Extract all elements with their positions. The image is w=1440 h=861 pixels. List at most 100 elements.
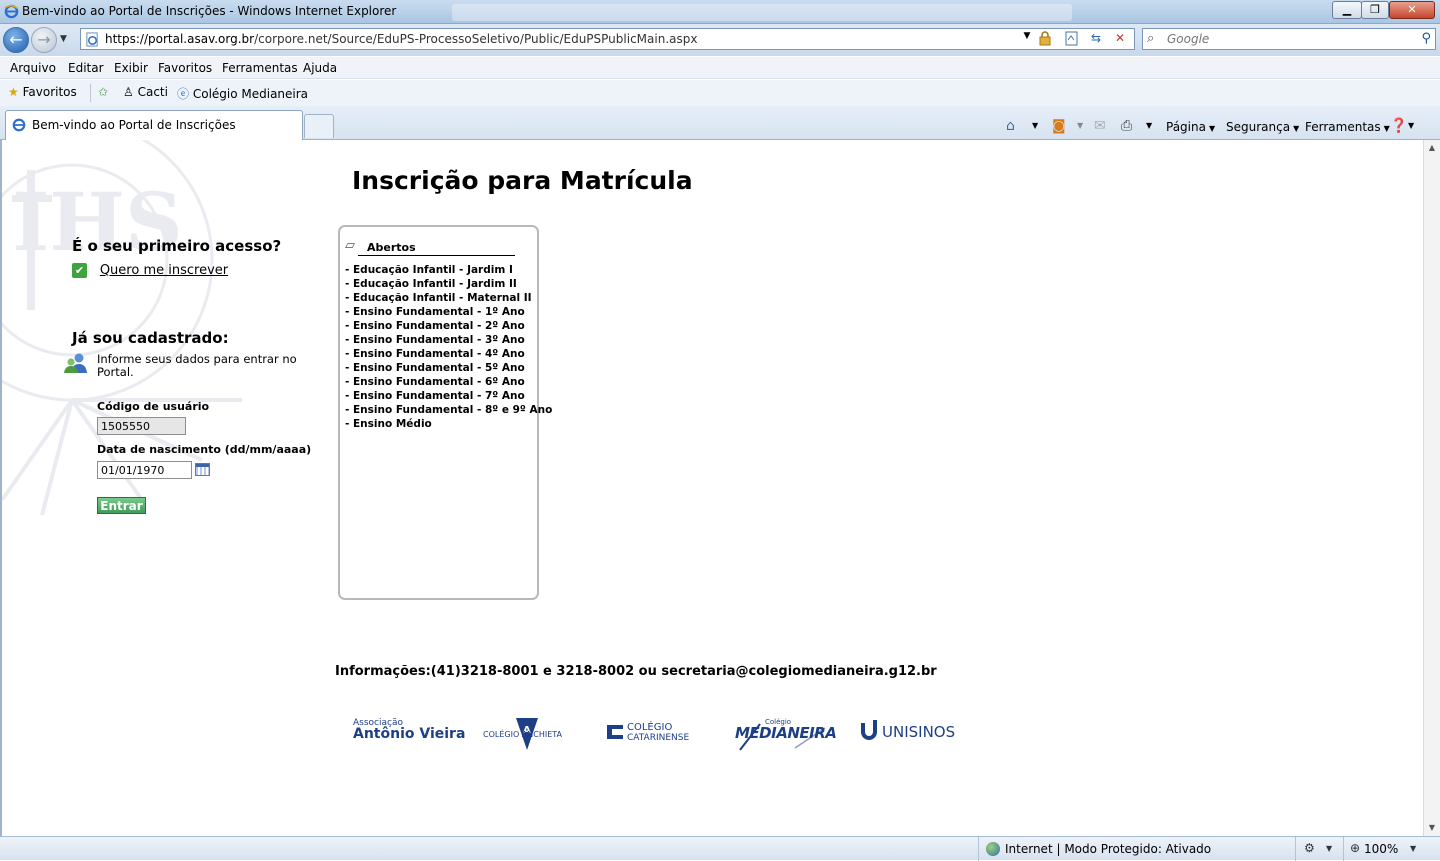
security-menu[interactable]: Segurança ▼ [1226, 120, 1299, 134]
course-item[interactable]: - Ensino Fundamental - 2º Ano [345, 319, 552, 333]
favorite-link-cacti[interactable]: ♙ Cacti [123, 85, 168, 99]
stop-icon[interactable]: ✕ [1111, 31, 1129, 47]
search-box[interactable]: ⌕ ⚲ [1142, 28, 1436, 50]
url-text[interactable]: https://portal.asav.org.br/corpore.net/S… [105, 32, 697, 46]
zoom-icon[interactable]: ⊕ [1350, 841, 1360, 855]
course-item[interactable]: - Educação Infantil - Jardim I [345, 263, 552, 277]
home-dropdown-icon[interactable]: ▼ [1032, 121, 1038, 130]
course-item[interactable]: - Ensino Fundamental - 4º Ano [345, 347, 552, 361]
feed-dropdown-icon[interactable]: ▼ [1077, 121, 1083, 130]
user-code-field[interactable] [97, 417, 186, 435]
course-item[interactable]: - Ensino Fundamental - 5º Ano [345, 361, 552, 375]
registered-heading: Já sou cadastrado: [72, 329, 229, 347]
pop-up-blocker-icon[interactable]: ⚙ [1304, 841, 1315, 855]
favorites-separator [90, 84, 91, 102]
minimize-button[interactable]: ▁ [1332, 1, 1362, 19]
page-icon [85, 32, 100, 50]
menu-ajuda[interactable]: Ajuda [303, 61, 337, 75]
maximize-button[interactable]: ❐ [1361, 1, 1389, 19]
enter-button[interactable]: Entrar [97, 497, 146, 514]
help-dropdown-icon[interactable]: ▼ [1408, 121, 1414, 130]
mail-icon[interactable]: ✉ [1094, 118, 1106, 134]
new-tab-button[interactable] [304, 114, 334, 138]
menu-favoritos[interactable]: Favoritos [158, 61, 212, 75]
address-toolbar: ← → ▼ https://portal.asav.org.br/corpore… [0, 24, 1440, 56]
tab-bar: Bem-vindo ao Portal de Inscrições ⌂ ▼ ◙ … [0, 106, 1440, 140]
favorites-button[interactable]: ★ Favoritos [8, 85, 77, 99]
open-courses-title: Abertos [358, 241, 515, 256]
tab-label: Bem-vindo ao Portal de Inscrições [32, 118, 236, 132]
favorites-label: Favoritos [22, 85, 77, 99]
favorite-link-medianeira[interactable]: ⓔ Colégio Medianeira [177, 85, 308, 102]
chevron-down-icon: ▼ [1208, 124, 1216, 133]
back-button[interactable]: ← [3, 27, 29, 53]
chevron-down-icon: ▼ [1383, 124, 1390, 133]
lock-icon[interactable] [1036, 31, 1054, 47]
window-title: Bem-vindo ao Portal de Inscrições - Wind… [22, 4, 397, 18]
chevron-down-icon[interactable]: ▼ [1326, 844, 1332, 853]
address-dropdown-icon[interactable]: ▼ [1018, 31, 1036, 47]
course-item[interactable]: - Educação Infantil - Maternal II [345, 291, 552, 305]
security-zone-text[interactable]: Internet | Modo Protegido: Ativado [1005, 842, 1211, 856]
favorite-link-label: Cacti [137, 85, 168, 99]
search-input[interactable] [1165, 31, 1395, 47]
ie-page-icon: ⓔ [177, 87, 190, 101]
page-menu[interactable]: Página ▼ [1166, 120, 1215, 134]
background-window-ghost [452, 4, 1072, 21]
book-icon: ▱ [345, 238, 355, 253]
home-icon[interactable]: ⌂ [1006, 118, 1015, 134]
signup-link[interactable]: Quero me inscrever [100, 263, 228, 278]
menu-editar[interactable]: Editar [68, 61, 104, 75]
scroll-up-icon[interactable]: ▲ [1424, 140, 1440, 156]
tools-menu[interactable]: Ferramentas ▼ [1305, 120, 1390, 134]
history-dropdown-icon[interactable]: ▼ [60, 34, 67, 44]
tab-favicon-icon [12, 118, 26, 135]
add-favorite-icon[interactable]: ✩ [98, 85, 108, 99]
compatibility-view-icon[interactable] [1063, 31, 1081, 47]
first-access-heading: É o seu primeiro acesso? [72, 237, 282, 255]
close-button[interactable]: ✕ [1389, 1, 1435, 19]
print-dropdown-icon[interactable]: ▼ [1146, 121, 1152, 130]
vertical-scrollbar[interactable]: ▲ ▼ [1423, 140, 1440, 836]
page-menu-label: Página [1166, 120, 1206, 134]
login-info-text: Informe seus dados para entrar no Portal… [97, 352, 297, 379]
course-item[interactable]: - Ensino Fundamental - 7º Ano [345, 389, 552, 403]
logo-av-big: Antônio Vieira [353, 726, 466, 742]
course-item[interactable]: - Ensino Fundamental - 6º Ano [345, 375, 552, 389]
calendar-icon[interactable] [195, 463, 210, 476]
logo-antonio-vieira: Associação Antônio Vieira [353, 718, 465, 741]
course-item[interactable]: - Educação Infantil - Jardim II [345, 277, 552, 291]
open-courses-panel: ▱ Abertos - Educação Infantil - Jardim I… [338, 225, 552, 600]
search-icon[interactable]: ⚲ [1421, 31, 1431, 46]
star-icon: ★ [8, 85, 19, 99]
birth-date-field[interactable] [97, 461, 192, 479]
tab-portal[interactable]: Bem-vindo ao Portal de Inscrições [5, 110, 303, 140]
logo-anchieta: A COLÉGIO ANCHIETA [483, 718, 578, 752]
course-item[interactable]: - Ensino Fundamental - 8º e 9º Ano [345, 403, 552, 417]
help-icon[interactable]: ❓ [1390, 118, 1407, 134]
check-icon: ✔ [72, 263, 87, 278]
menu-exibir[interactable]: Exibir [114, 61, 148, 75]
course-item[interactable]: - Ensino Médio [345, 417, 552, 431]
favorite-link-label: Colégio Medianeira [192, 87, 309, 101]
internet-zone-icon [986, 842, 1000, 856]
birth-date-label: Data de nascimento (dd/mm/aaaa) [97, 443, 312, 456]
menu-ferramentas[interactable]: Ferramentas [222, 61, 298, 75]
address-bar[interactable]: https://portal.asav.org.br/corpore.net/S… [80, 28, 1135, 50]
refresh-icon[interactable]: ⇆ [1087, 31, 1105, 47]
rss-feed-icon[interactable]: ◙ [1052, 118, 1066, 134]
search-provider-icon: ⌕ [1147, 31, 1155, 46]
status-separator [1343, 837, 1344, 861]
course-item[interactable]: - Ensino Fundamental - 1º Ano [345, 305, 552, 319]
status-separator [1295, 837, 1296, 861]
zoom-dropdown-icon[interactable]: ▼ [1410, 844, 1416, 853]
status-bar: Internet | Modo Protegido: Ativado ⚙ ▼ ⊕… [0, 836, 1440, 861]
scroll-down-icon[interactable]: ▼ [1424, 820, 1440, 836]
print-icon[interactable]: ⎙ [1121, 118, 1132, 134]
open-courses-list: - Educação Infantil - Jardim I - Educaçã… [345, 263, 552, 431]
logo-ca-line2: CATARINENSE [627, 733, 690, 743]
forward-button[interactable]: → [31, 27, 57, 53]
zoom-level[interactable]: 100% [1364, 842, 1398, 856]
menu-arquivo[interactable]: Arquivo [10, 61, 56, 75]
course-item[interactable]: - Ensino Fundamental - 3º Ano [345, 333, 552, 347]
